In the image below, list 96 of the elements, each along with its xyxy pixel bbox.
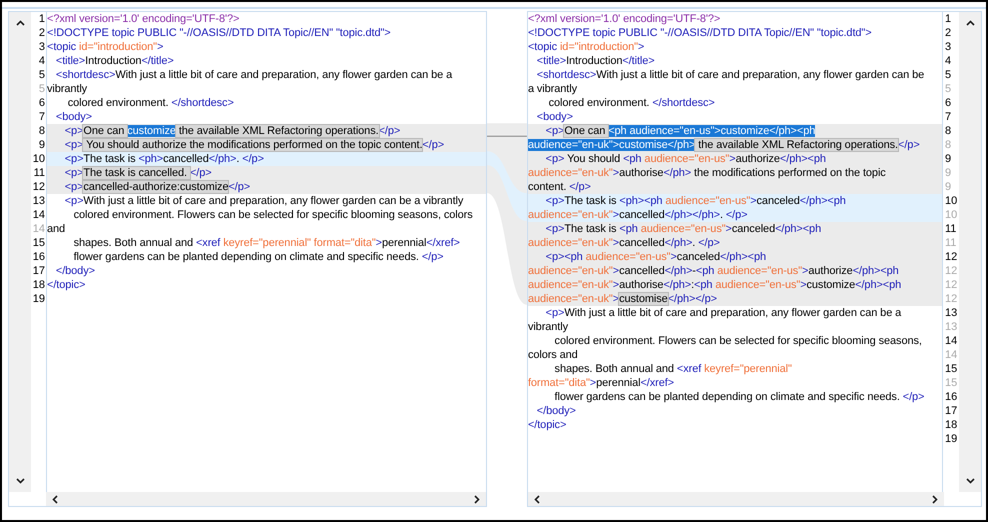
code-line: <p>With just a little bit of care and preparation, any flower garden can be a — [544, 306, 902, 320]
line-number: 9 — [945, 152, 952, 166]
line-number: 12 — [32, 180, 45, 194]
line-number: 14 — [32, 208, 45, 222]
line-number: 9 — [38, 138, 45, 152]
line-number: 13 — [945, 306, 958, 320]
line-number: 17 — [945, 404, 958, 418]
line-number: 2 — [38, 26, 45, 40]
line-number: 17 — [32, 264, 45, 278]
line-number: 5 — [38, 82, 45, 96]
code-line: </topic> — [47, 278, 86, 292]
line-number: 10 — [945, 208, 958, 222]
code-line: flower gardens can be planted depending on climate and specific needs. </p> — [72, 250, 444, 264]
line-number: 2 — [945, 26, 952, 40]
code-line: <p>With just a little bit of care and preparation, any flower garden can be a vibrantly — [64, 194, 464, 208]
line-number: 1 — [38, 12, 45, 26]
line-number: 15 — [32, 236, 45, 250]
scroll-right-icon[interactable] — [474, 494, 480, 504]
line-number: 5 — [945, 68, 952, 82]
line-number: 15 — [945, 376, 958, 390]
code-line: colors and — [528, 348, 579, 362]
scroll-left-icon[interactable] — [534, 494, 540, 504]
line-number: 12 — [945, 264, 958, 278]
line-number: 3 — [945, 40, 952, 54]
code-line: flower gardens can be planted depending on climate and specific needs. </p> — [554, 390, 926, 404]
code-line: <?xml version='1.0' encoding='UTF-8'?> — [528, 12, 722, 26]
code-line: <shortdesc>With just a little bit of care and preparation, any flower garden can be a — [54, 68, 454, 82]
code-line: <title>Introduction</title> — [536, 54, 656, 68]
scroll-up-icon[interactable] — [966, 20, 974, 26]
line-number: 11 — [945, 236, 958, 250]
line-number: 12 — [945, 250, 958, 264]
code-line: colored environment. Flowers can be selected for specific blooming seasons, — [554, 334, 923, 348]
code-line: <topic id="introduction"> — [528, 40, 646, 54]
line-number: 19 — [945, 432, 958, 446]
horizontal-scrollbar[interactable] — [528, 492, 944, 506]
line-number: 14 — [945, 334, 958, 348]
line-number: 5 — [38, 68, 45, 82]
line-number: 16 — [945, 390, 958, 404]
line-number: 18 — [32, 278, 45, 292]
line-number: 4 — [945, 54, 952, 68]
line-number: 8 — [38, 124, 45, 138]
line-number: 12 — [945, 292, 958, 306]
code-line: <?xml version='1.0' encoding='UTF-8'?> — [47, 12, 240, 26]
code-line: <shortdesc>With just a little bit of care and preparation, any flower garden can be — [536, 68, 926, 82]
line-number: 6 — [38, 96, 45, 110]
line-number: 6 — [945, 96, 952, 110]
line-number: 5 — [945, 82, 952, 96]
line-number: 11 — [945, 222, 958, 236]
line-number: 3 — [38, 40, 45, 54]
code-line: <!DOCTYPE topic PUBLIC "-//OASIS//DTD DITA Topic//EN" "topic.dtd"> — [528, 26, 873, 40]
code-line: <body> — [54, 110, 93, 124]
scroll-down-icon[interactable] — [16, 478, 24, 484]
scroll-left-icon[interactable] — [52, 494, 58, 504]
code-line: a vibrantly — [528, 82, 578, 96]
line-number: 7 — [38, 110, 45, 124]
scroll-right-icon[interactable] — [932, 494, 938, 504]
code-line: vibrantly — [528, 320, 569, 334]
line-number: 7 — [945, 110, 952, 124]
code-line: <title>Introduction</title> — [54, 54, 175, 68]
line-number: 1 — [945, 12, 952, 26]
line-number: 10 — [32, 152, 45, 166]
line-number: 8 — [945, 124, 952, 138]
code-line: colored environment. Flowers can be selected for specific blooming seasons, colors — [72, 208, 474, 222]
code-line: colored environment. </shortdesc> — [66, 96, 235, 110]
line-number: 16 — [32, 250, 45, 264]
line-number: 11 — [32, 166, 45, 180]
line-number: 19 — [32, 292, 45, 306]
line-number: 15 — [945, 362, 958, 376]
vertical-scrollbar[interactable] — [9, 12, 31, 492]
code-line: </topic> — [528, 418, 568, 432]
code-line: vibrantly — [47, 82, 88, 96]
line-number: 10 — [945, 194, 958, 208]
vertical-scrollbar[interactable] — [959, 12, 981, 492]
line-number: 14 — [945, 348, 958, 362]
line-number: 8 — [945, 138, 952, 152]
code-line: <!DOCTYPE topic PUBLIC "-//OASIS//DTD DITA Topic//EN" "topic.dtd"> — [47, 26, 392, 40]
code-line: </body> — [536, 404, 577, 418]
horizontal-scrollbar[interactable] — [46, 492, 486, 506]
code-line: shapes. Both annual and <xref keyref="perennial" format="dita">perennial</xref> — [72, 236, 461, 250]
code-line: format="dita">perennial</xref> — [528, 376, 676, 390]
line-number: 18 — [945, 418, 958, 432]
code-line: <topic id="introduction"> — [47, 40, 164, 54]
scroll-up-icon[interactable] — [16, 20, 24, 26]
line-number: 4 — [38, 54, 45, 68]
code-line: shapes. Both annual and <xref keyref="perennial" — [554, 362, 793, 376]
line-number: 13 — [945, 320, 958, 334]
line-number: 9 — [945, 166, 952, 180]
line-number: 14 — [32, 222, 45, 236]
line-number: 13 — [32, 194, 45, 208]
line-number: 9 — [945, 180, 952, 194]
code-line: </body> — [54, 264, 96, 278]
code-line: <body> — [536, 110, 574, 124]
scroll-down-icon[interactable] — [966, 478, 974, 484]
line-number: 12 — [945, 278, 958, 292]
code-line: and — [47, 222, 66, 236]
code-line: colored environment. </shortdesc> — [548, 96, 716, 110]
